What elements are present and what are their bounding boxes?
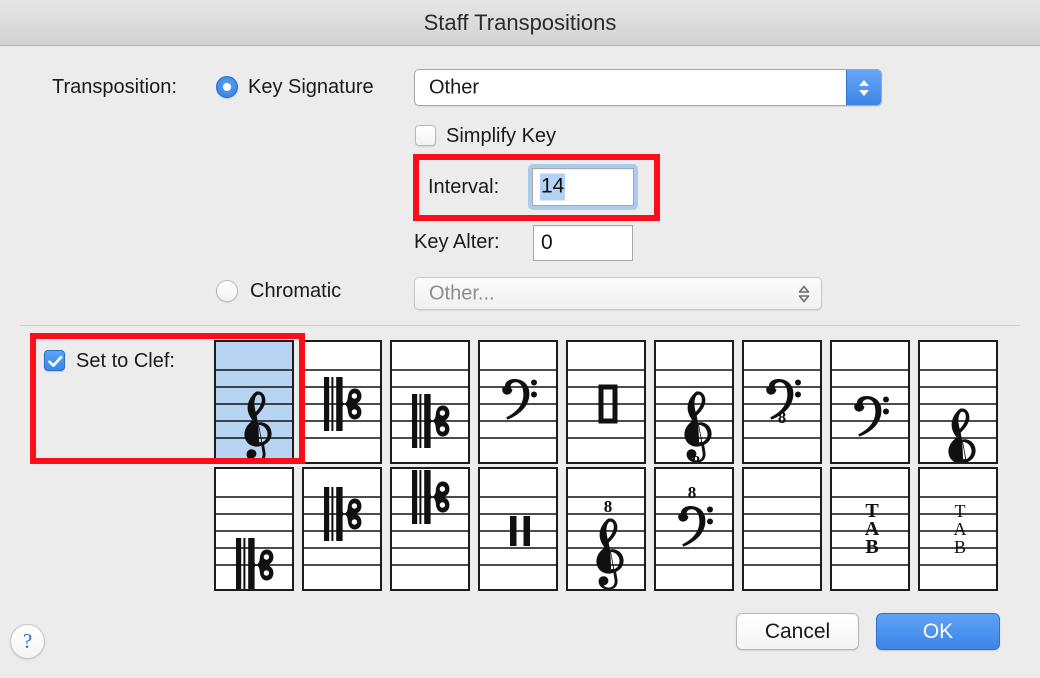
set-to-clef-label: Set to Clef: bbox=[76, 350, 175, 372]
svg-text:8: 8 bbox=[778, 408, 787, 427]
help-button[interactable]: ? bbox=[10, 624, 45, 659]
simplify-key-label[interactable]: Simplify Key bbox=[446, 125, 556, 148]
ok-button[interactable]: OK bbox=[876, 613, 1000, 650]
clef-cell-treble-clef-8va[interactable]: 8 bbox=[566, 467, 646, 591]
clef-cell-baritone-f-clef[interactable] bbox=[830, 340, 910, 464]
interval-input-value: 14 bbox=[540, 173, 566, 201]
key-alter-label: Key Alter: bbox=[414, 231, 500, 253]
key-alter-input-value: 0 bbox=[541, 231, 553, 254]
radio-key-signature[interactable] bbox=[216, 76, 238, 98]
checkbox-simplify-key[interactable] bbox=[415, 125, 436, 146]
key-signature-stepper-icon[interactable] bbox=[846, 70, 881, 105]
clef-cell-alto-clef[interactable] bbox=[302, 340, 382, 464]
ok-button-label: OK bbox=[922, 619, 954, 643]
svg-text:B: B bbox=[865, 536, 878, 558]
svg-text:8: 8 bbox=[692, 452, 701, 464]
svg-text:8: 8 bbox=[604, 497, 613, 516]
clef-cell-tenor-clef[interactable] bbox=[302, 467, 382, 591]
checkbox-set-to-clef[interactable] bbox=[44, 350, 65, 371]
transposition-label: Transposition: bbox=[52, 76, 177, 98]
clef-cell-tab-clef-bold[interactable]: TAB bbox=[830, 467, 910, 591]
svg-text:8: 8 bbox=[688, 483, 697, 502]
radio-key-signature-label[interactable]: Key Signature bbox=[248, 76, 374, 99]
key-signature-popup-value: Other bbox=[429, 76, 480, 98]
clef-cell-baritone-c-clef[interactable] bbox=[390, 467, 470, 591]
radio-chromatic[interactable] bbox=[216, 280, 238, 302]
window-title: Staff Transpositions bbox=[423, 10, 617, 35]
radio-chromatic-label[interactable]: Chromatic bbox=[250, 280, 341, 303]
svg-text:B: B bbox=[954, 537, 966, 557]
interval-input[interactable]: 14 bbox=[532, 168, 634, 206]
interval-label: Interval: bbox=[428, 176, 500, 198]
help-button-label: ? bbox=[22, 629, 33, 653]
clef-cell-percussion-clef-bars[interactable] bbox=[478, 467, 558, 591]
clef-cell-french-violin-clef[interactable] bbox=[918, 340, 998, 464]
clef-cell-percussion-clef-box[interactable] bbox=[566, 340, 646, 464]
clef-cell-mezzo-soprano-clef[interactable] bbox=[390, 340, 470, 464]
section-divider bbox=[20, 325, 1020, 326]
cancel-button[interactable]: Cancel bbox=[736, 613, 859, 650]
clef-cell-treble-clef[interactable] bbox=[214, 340, 294, 464]
clef-cell-soprano-clef[interactable] bbox=[214, 467, 294, 591]
chromatic-stepper-icon[interactable] bbox=[787, 278, 821, 309]
svg-text:T: T bbox=[955, 501, 966, 521]
chromatic-popup[interactable]: Other... bbox=[414, 277, 822, 310]
key-signature-popup[interactable]: Other bbox=[414, 69, 882, 106]
clef-cell-blank-clef[interactable] bbox=[742, 467, 822, 591]
svg-text:A: A bbox=[954, 519, 967, 539]
cancel-button-label: Cancel bbox=[764, 619, 831, 643]
clef-cell-bass-clef[interactable] bbox=[478, 340, 558, 464]
window-titlebar: Staff Transpositions bbox=[0, 0, 1040, 46]
chromatic-popup-value: Other... bbox=[429, 282, 495, 304]
clef-cell-treble-clef-8vb[interactable]: 8 bbox=[654, 340, 734, 464]
key-alter-input[interactable]: 0 bbox=[533, 225, 633, 261]
clef-cell-tab-clef-serif[interactable]: TAB bbox=[918, 467, 998, 591]
clef-cell-bass-clef-8vb[interactable]: 8 bbox=[742, 340, 822, 464]
clef-cell-bass-clef-8va[interactable]: 8 bbox=[654, 467, 734, 591]
